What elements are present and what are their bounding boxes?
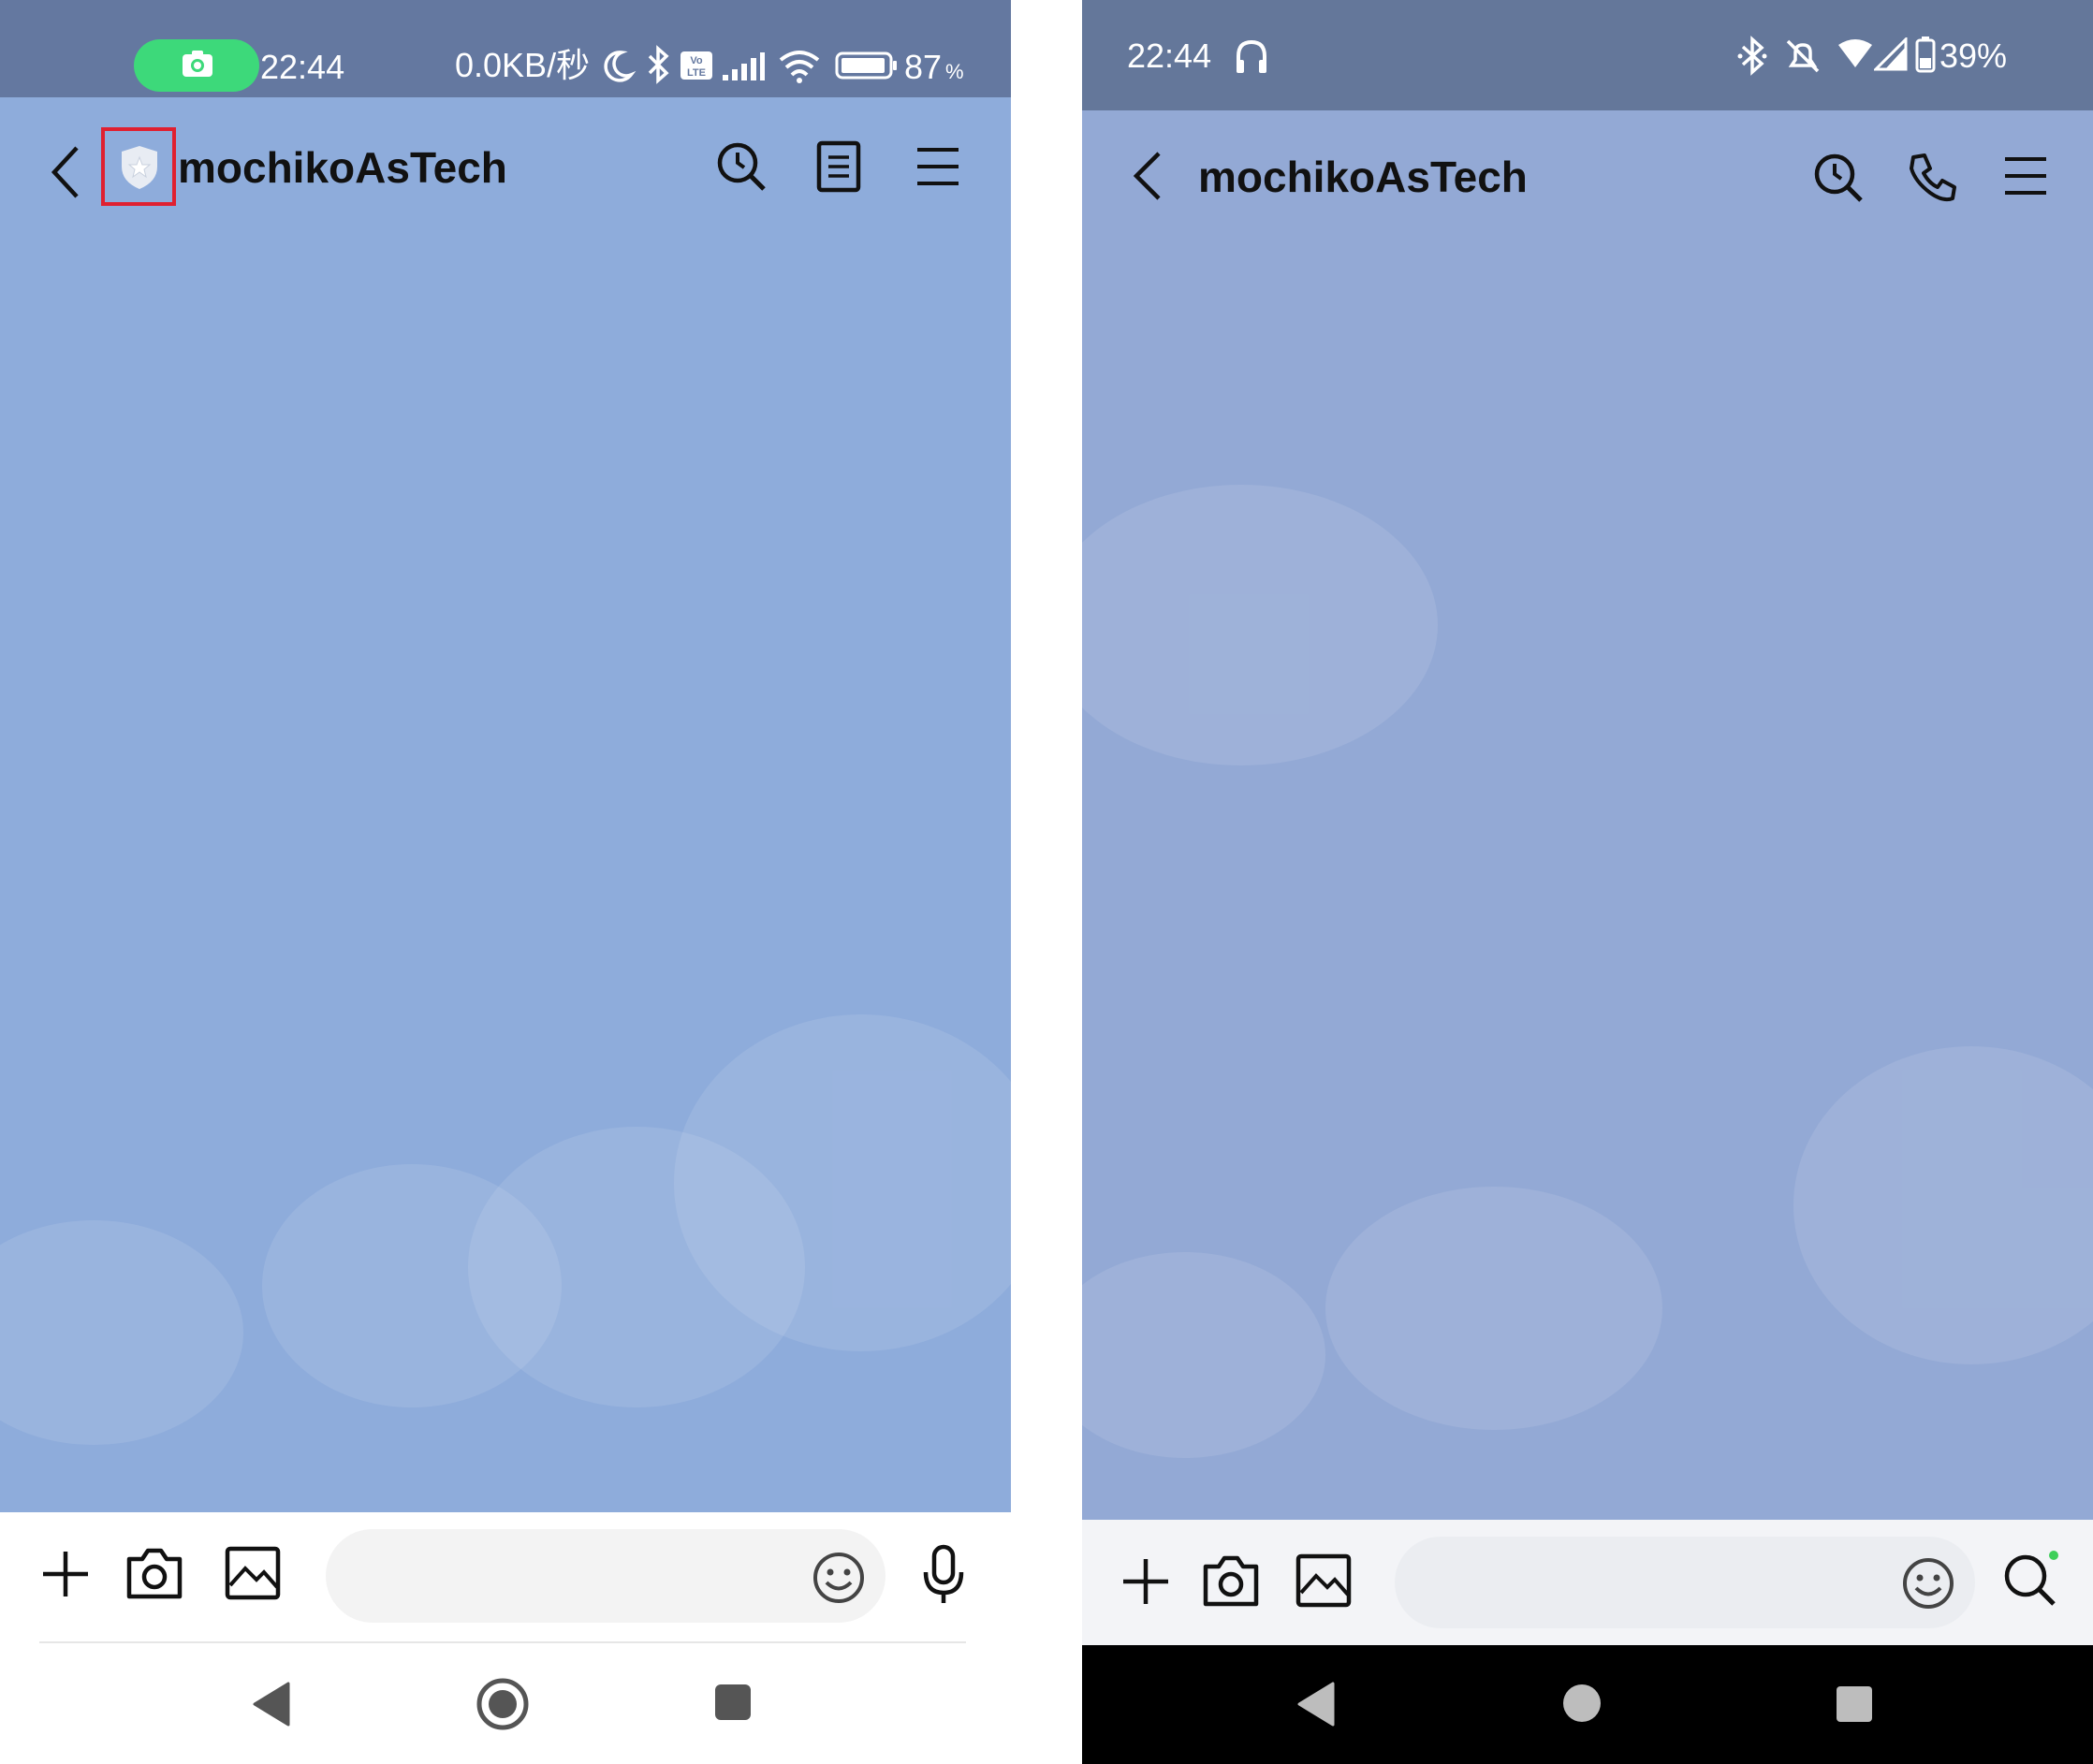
network-speed: 0.0KB/秒 [455,46,591,84]
chat-background: mochikoAsTech [0,97,1011,1512]
cloud-decoration [1793,1046,2093,1364]
navigation-bar [1082,1645,2093,1764]
nav-back-triangle-icon[interactable] [251,1681,292,1728]
notifications-off-icon [1784,37,1822,75]
plus-icon[interactable] [39,1548,92,1600]
shield-star-icon[interactable] [118,144,161,191]
status-bar: 22:44 0.0KB/秒 Vo LTE 87 % [0,0,1011,97]
image-icon[interactable] [225,1546,281,1600]
note-icon[interactable] [816,140,861,193]
battery-icon [835,51,899,80]
svg-text:LTE: LTE [687,67,706,79]
emoji-icon[interactable] [1902,1557,1954,1610]
hamburger-menu-icon[interactable] [2003,155,2048,197]
screen-record-indicator[interactable] [134,39,259,92]
status-time: 22:44 [260,48,345,86]
chat-title: mochikoAsTech [178,143,507,192]
battery-level: 87 [904,48,943,86]
chat-title: mochikoAsTech [1198,153,1528,201]
cloud-decoration [1082,485,1438,765]
battery-level: 39% [1939,36,2008,75]
status-bar: 22:44 39% [1082,0,2093,110]
nav-recents-icon[interactable] [713,1683,753,1722]
camera-icon[interactable] [1202,1553,1260,1608]
divider [39,1641,966,1643]
left-phone-screen: 22:44 0.0KB/秒 Vo LTE 87 % mochikoAsTech [0,0,1011,1764]
battery-icon [1915,36,1936,73]
back-button[interactable] [49,142,82,202]
back-button[interactable] [1131,148,1164,204]
camera-icon[interactable] [125,1546,183,1600]
status-time: 22:44 [1127,36,1212,75]
cloud-decoration [1082,1252,1325,1458]
cloud-decoration [1325,1187,1662,1430]
svg-text:Vo: Vo [690,55,703,66]
message-input[interactable] [326,1529,886,1623]
message-input[interactable] [1395,1537,1975,1628]
message-input-bar [1082,1520,2093,1645]
plus-icon[interactable] [1120,1555,1172,1608]
search-icon[interactable] [2003,1550,2063,1610]
search-icon[interactable] [715,140,768,193]
wifi-icon [1837,37,1874,71]
wifi-icon [777,47,822,84]
search-icon[interactable] [1812,152,1865,204]
volte-icon: Vo LTE [680,51,713,80]
bluetooth-icon [644,45,672,84]
signal-icon [721,51,766,82]
do-not-disturb-moon-icon [599,47,637,84]
signal-icon [1874,37,1908,71]
battery-percent-sign: % [945,60,964,83]
phone-icon[interactable] [1906,152,1958,204]
right-phone-screen: 22:44 39% mochikoAsTech [1082,0,2093,1764]
nav-back-triangle-icon[interactable] [1295,1681,1337,1728]
chat-background: mochikoAsTech [1082,110,2093,1520]
emoji-icon[interactable] [812,1552,865,1604]
nav-home-icon[interactable] [476,1677,530,1731]
nav-recents-icon[interactable] [1835,1684,1874,1724]
hamburger-menu-icon[interactable] [915,146,960,187]
cloud-decoration [468,1127,805,1407]
headphones-icon [1234,37,1269,75]
bluetooth-icon [1737,36,1767,77]
nav-home-icon[interactable] [1561,1683,1603,1724]
image-icon[interactable] [1295,1553,1352,1608]
cloud-decoration [0,1220,243,1445]
microphone-icon[interactable] [921,1544,966,1606]
message-input-bar [0,1512,1011,1764]
